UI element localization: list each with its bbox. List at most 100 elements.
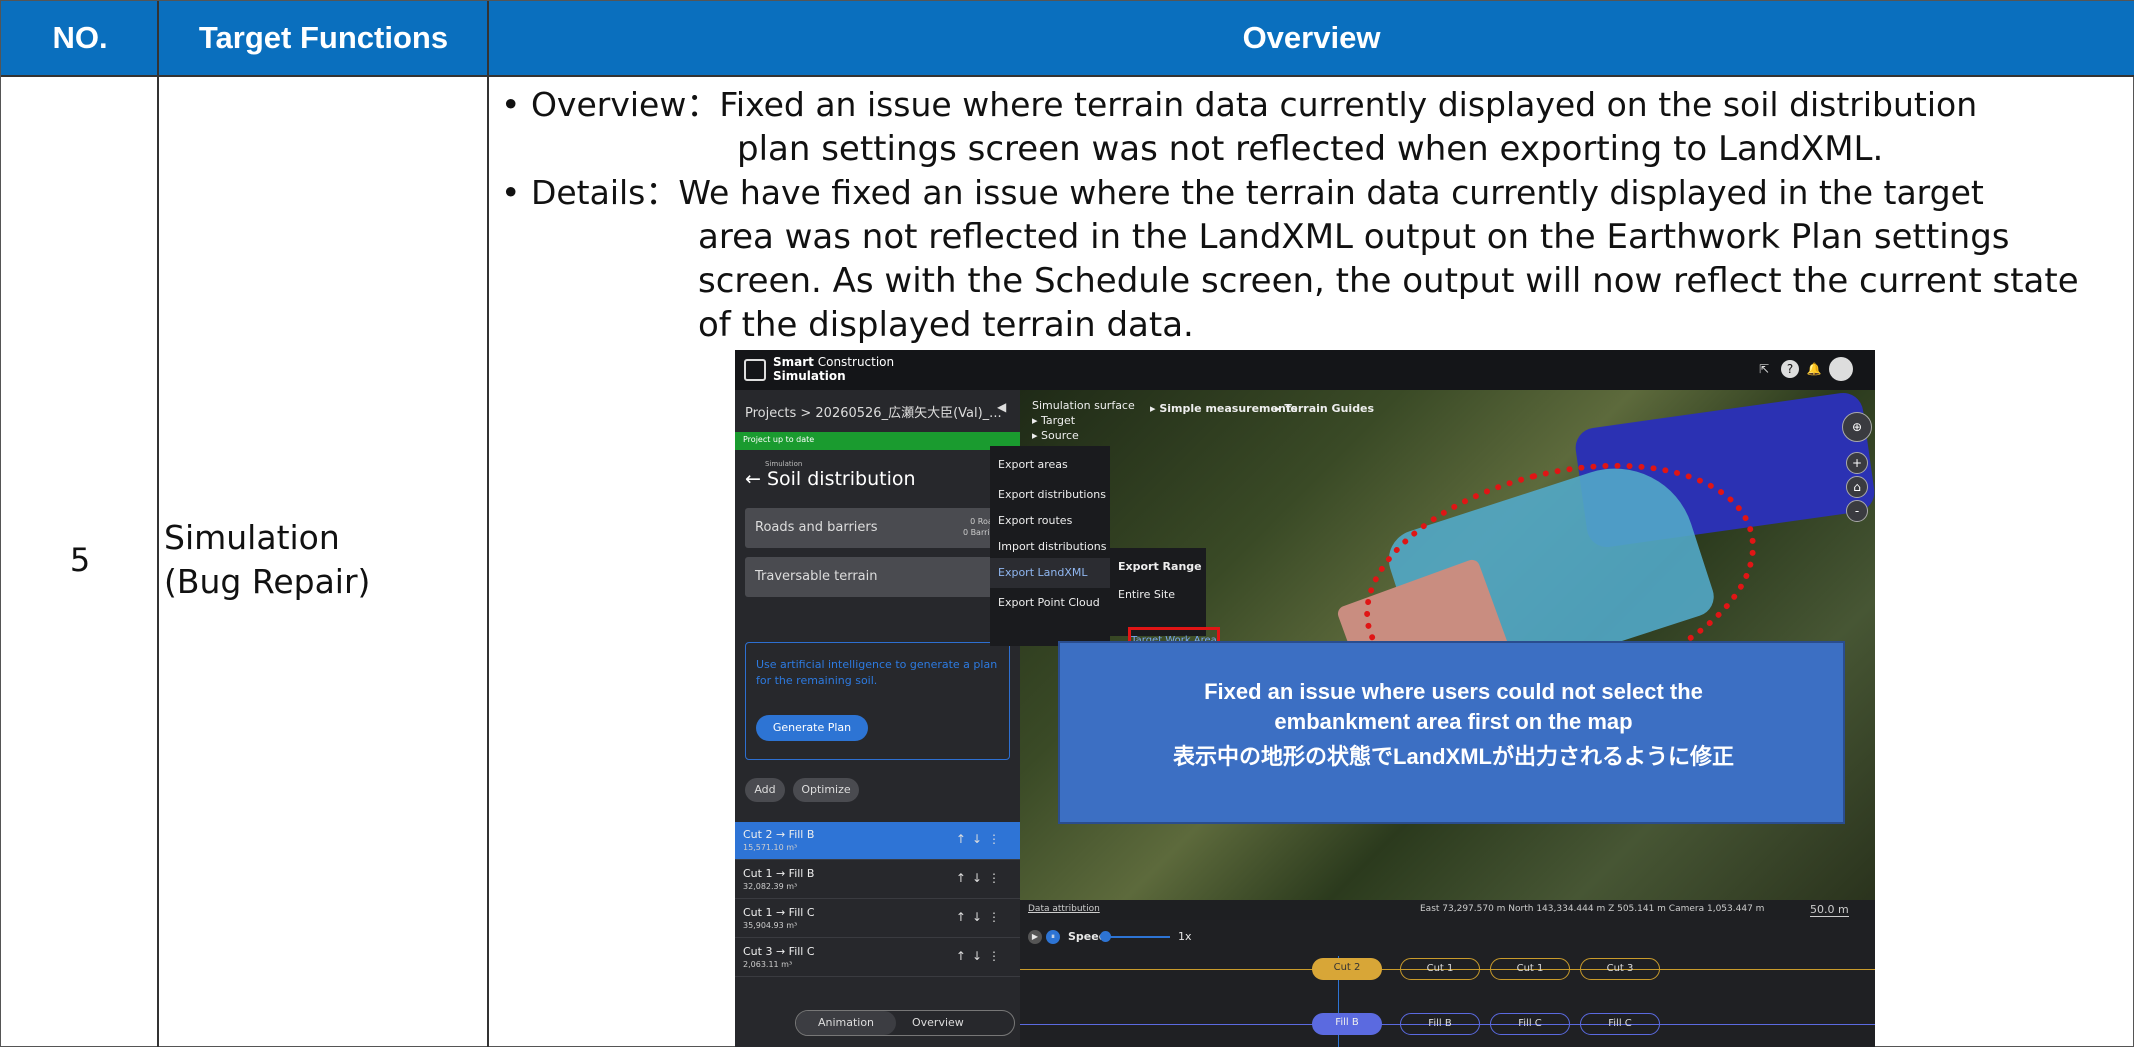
coordinate-readout: East 73,297.570 m North 143,334.444 m Z … — [1420, 904, 1765, 914]
speed-value: 1x — [1178, 930, 1192, 943]
submenu-header: Export Range — [1118, 560, 1202, 573]
section-label: Simulation — [765, 460, 803, 468]
share-icon[interactable]: ⇱ — [1755, 360, 1773, 378]
tab-animation[interactable]: Animation — [796, 1011, 896, 1035]
breadcrumb[interactable]: Projects > 20260526_広瀬矢大臣(Val)_... — [745, 402, 1002, 421]
header-overview: Overview — [1242, 20, 1381, 55]
notification-bell-icon[interactable]: 🔔 — [1805, 360, 1823, 378]
play-icon[interactable]: ▶ — [1028, 930, 1042, 944]
details-text-line4: of the displayed terrain data. — [698, 305, 1194, 345]
export-range-submenu: Export Range Entire Site — [1110, 548, 1206, 636]
ai-plan-box: Use artificial intelligence to generate … — [745, 642, 1010, 760]
traversable-terrain[interactable]: Traversable terrain — [745, 557, 1010, 597]
add-button[interactable]: Add — [745, 778, 785, 802]
plan-reorder-icon[interactable]: ↑↓⋮ — [956, 832, 1006, 846]
zoom-in-icon[interactable]: + — [1846, 452, 1868, 474]
plan-volume: 2,063.11 m³ — [743, 960, 793, 969]
plan-name: Cut 1 → Fill B — [743, 867, 815, 880]
table-header: NO. Target Functions Overview — [1, 1, 2134, 75]
section-title[interactable]: ← Soil distribution — [745, 468, 916, 490]
overview-text: • Overview：Fixed an issue where terrain … — [501, 85, 1978, 124]
plan-reorder-icon[interactable]: ↑↓⋮ — [956, 871, 1006, 885]
brand-bold: Smart — [773, 355, 814, 369]
zoom-out-icon[interactable]: - — [1846, 500, 1868, 522]
column-divider — [487, 1, 489, 1047]
brand-rest: Construction — [813, 355, 895, 369]
release-notes-table: NO. Target Functions Overview 5 Simulati… — [0, 0, 2134, 1047]
callout-line3: 表示中の地形の状態でLandXMLが出力されるように修正 — [1173, 744, 1734, 769]
left-panel: Projects > 20260526_広瀬矢大臣(Val)_... ◀ Pro… — [735, 390, 1020, 1047]
overview-text-line2: plan settings screen was not reflected w… — [737, 129, 1884, 169]
map-status-bar: Data attribution East 73,297.570 m North… — [1020, 900, 1875, 920]
fill-chip[interactable]: Fill C — [1580, 1013, 1660, 1035]
plan-item[interactable]: Cut 3 → Fill C 2,063.11 m³ ↑↓⋮ — [735, 939, 1020, 977]
project-status-text: Project up to date — [743, 435, 815, 444]
timeline-panel: ▶ ⏸ Speed 1x Cut 2 Cut 1 Cut 1 Cut 3 Fil… — [1020, 920, 1875, 1047]
roads-and-barriers[interactable]: Roads and barriers 0 Roads 0 Barriers — [745, 508, 1010, 548]
plan-reorder-icon[interactable]: ↑↓⋮ — [956, 949, 1006, 963]
collapse-panel-icon[interactable]: ◀ — [997, 400, 1006, 414]
details-text: • Details：We have fixed an issue where t… — [501, 173, 1984, 212]
view-tabs: Animation Overview — [795, 1010, 1015, 1036]
plan-item[interactable]: Cut 1 → Fill B 32,082.39 m³ ↑↓⋮ — [735, 861, 1020, 899]
menu-item[interactable]: Export distributions — [998, 488, 1106, 501]
pause-icon[interactable]: ⏸ — [1046, 930, 1060, 944]
plan-name: Cut 1 → Fill C — [743, 906, 815, 919]
menu-item[interactable]: Export routes — [998, 514, 1072, 527]
data-attribution-link[interactable]: Data attribution — [1028, 904, 1100, 914]
plan-item[interactable]: Cut 1 → Fill C 35,904.93 m³ ↑↓⋮ — [735, 900, 1020, 938]
app-logo-icon — [744, 359, 766, 381]
menu-item[interactable]: Export Point Cloud — [998, 596, 1100, 609]
generate-plan-button[interactable]: Generate Plan — [756, 715, 868, 741]
fill-chip[interactable]: Fill C — [1490, 1013, 1570, 1035]
compass-icon[interactable]: ⊕ — [1842, 412, 1872, 442]
home-icon[interactable]: ⌂ — [1846, 476, 1868, 498]
menu-item-export-landxml[interactable]: Export LandXML — [990, 558, 1110, 588]
speed-slider[interactable] — [1110, 936, 1170, 938]
roads-label: Roads and barriers — [755, 520, 878, 535]
plan-volume: 35,904.93 m³ — [743, 921, 798, 930]
project-status-bar: Project up to date — [735, 432, 1020, 450]
fill-chip[interactable]: Fill B — [1312, 1013, 1382, 1035]
header-target-functions: Target Functions — [198, 20, 449, 55]
submenu-item[interactable]: Entire Site — [1118, 588, 1175, 601]
plan-item[interactable]: Cut 2 → Fill B 15,571.10 m³ ↑↓⋮ — [735, 822, 1020, 860]
target-function-line1: Simulation — [164, 518, 340, 557]
fill-chip[interactable]: Fill B — [1400, 1013, 1480, 1035]
menu-item[interactable]: Import distributions — [998, 540, 1106, 553]
optimize-button[interactable]: Optimize — [793, 778, 859, 802]
cut-chip[interactable]: Cut 2 — [1312, 958, 1382, 980]
avatar[interactable] — [1829, 357, 1853, 381]
brand-product: Simulation — [773, 369, 846, 383]
column-divider — [157, 1, 159, 1047]
traversable-label: Traversable terrain — [755, 569, 878, 584]
header-divider — [1, 75, 2134, 77]
cut-chip[interactable]: Cut 1 — [1400, 958, 1480, 980]
menu-item[interactable]: Export areas — [998, 458, 1068, 471]
ai-plan-text: Use artificial intelligence to generate … — [756, 658, 998, 687]
tab-overview[interactable]: Overview — [912, 1016, 964, 1029]
target-function-line2: (Bug Repair) — [164, 562, 371, 601]
terrain-guides[interactable]: ▸ Terrain Guides — [1275, 402, 1374, 415]
help-icon[interactable]: ? — [1781, 360, 1799, 378]
plan-name: Cut 2 → Fill B — [743, 828, 815, 841]
speed-slider-handle[interactable] — [1100, 931, 1111, 942]
callout-line2: embankment area first on the map — [1274, 709, 1633, 734]
app-screenshot: Smart Construction Simulation ⇱ ? 🔔 Proj… — [735, 350, 1875, 1047]
cut-chip[interactable]: Cut 3 — [1580, 958, 1660, 980]
plan-name: Cut 3 → Fill C — [743, 945, 815, 958]
callout-line1: Fixed an issue where users could not sel… — [1204, 679, 1703, 704]
target-function-cell: Simulation (Bug Repair) — [164, 516, 484, 604]
details-text-line3: screen. As with the Schedule screen, the… — [698, 261, 2079, 301]
layer-item[interactable]: Simulation surface — [1032, 398, 1135, 413]
row-number: 5 — [69, 541, 91, 579]
header-no: NO. — [52, 20, 108, 55]
cut-chip[interactable]: Cut 1 — [1490, 958, 1570, 980]
layer-item[interactable]: ▸ Target — [1032, 413, 1135, 428]
plan-reorder-icon[interactable]: ↑↓⋮ — [956, 910, 1006, 924]
app-topbar: Smart Construction Simulation ⇱ ? 🔔 — [735, 350, 1875, 390]
layer-item[interactable]: ▸ Source — [1032, 428, 1135, 443]
brand-name: Smart Construction — [773, 355, 894, 369]
context-menu: Export areas Export distributions Export… — [990, 446, 1110, 646]
plan-volume: 15,571.10 m³ — [743, 843, 798, 852]
